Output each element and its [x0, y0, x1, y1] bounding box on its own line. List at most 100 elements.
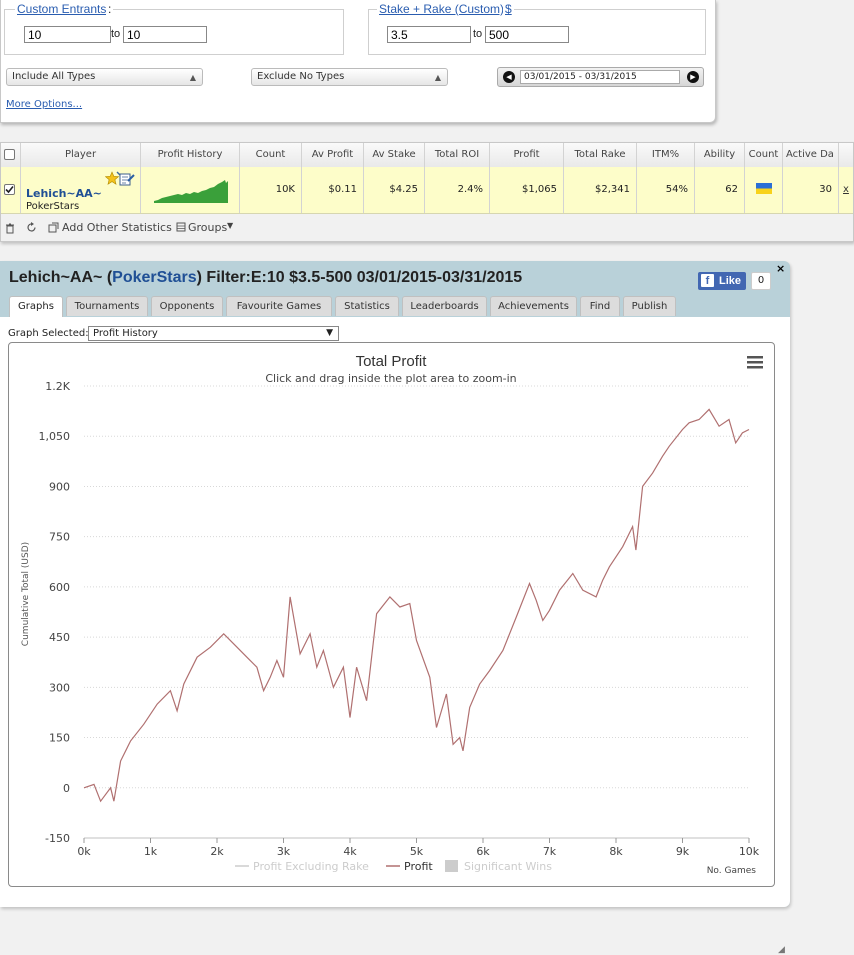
groups-button[interactable]: Groups [188, 221, 227, 234]
close-icon[interactable]: × [776, 262, 785, 275]
y-tick-label: 0 [63, 782, 70, 795]
x-axis-ticks: 0k 1k 2k 3k 4k 5k 6k 7k 8k 9k 10k [77, 838, 760, 858]
edit-note-icon[interactable] [119, 172, 135, 186]
column-header-active-days[interactable]: Active Da [783, 143, 839, 167]
column-header-profit[interactable]: Profit [490, 143, 564, 167]
profile-site-link[interactable]: PokerStars [112, 269, 197, 286]
column-header-country[interactable]: Count [745, 143, 783, 167]
checkmark-icon [5, 185, 14, 194]
y-tick-label: -150 [45, 832, 70, 845]
column-header-total-rake[interactable]: Total Rake [564, 143, 637, 167]
player-profile-panel: Lehich~AA~ (PokerStars) Filter:E:10 $3.5… [0, 261, 790, 955]
av-profit-cell: $0.11 [302, 167, 364, 213]
dropdown-arrow-icon: ▼︎ [326, 328, 333, 338]
player-name-link[interactable]: Lehich~AA~ [26, 187, 102, 200]
column-header-count[interactable]: Count [240, 143, 302, 167]
legend-item-profit-excluding-rake[interactable]: Profit Excluding Rake [253, 860, 369, 873]
graph-selected-dropdown[interactable]: Profit History ▼︎ [88, 326, 339, 341]
entrants-from-input[interactable]: 10 [24, 26, 111, 43]
y-tick-label: 150 [49, 732, 70, 745]
chart-gridlines [84, 385, 749, 839]
stake-rake-legend[interactable]: Stake + Rake (Custom) [377, 2, 507, 16]
select-all-cell [1, 143, 21, 167]
currency-link[interactable]: $ [503, 2, 514, 16]
add-statistics-icon [48, 222, 59, 233]
tab-achievements[interactable]: Achievements [490, 296, 577, 316]
table-header-row: Player Profit History Count Av Profit Av… [1, 143, 853, 168]
profile-filter-text: ) Filter:E:10 $3.5-500 03/01/2015-03/31/… [196, 269, 523, 286]
x-tick-label: 6k [476, 845, 490, 858]
resize-handle-icon[interactable]: ◢ [778, 945, 785, 955]
add-other-statistics-button[interactable]: Add Other Statistics [62, 221, 172, 234]
y-tick-label: 450 [49, 631, 70, 644]
date-range-input[interactable]: 03/01/2015 - 03/31/2015 [520, 70, 680, 84]
profit-series-line[interactable] [83, 408, 750, 803]
graph-selected-value: Profit History [93, 328, 158, 339]
entrants-to-label: to [111, 28, 121, 40]
legend-item-profit[interactable]: Profit [404, 860, 433, 873]
profit-history-sparkline-cell [141, 167, 240, 213]
exclude-types-select[interactable]: Exclude No Types ▲︎ [251, 68, 448, 86]
profile-player-name: Lehich~AA~ [9, 269, 103, 286]
stake-rake-fieldset: Stake + Rake (Custom) $ 3.5 to 500 [368, 2, 706, 55]
x-tick-label: 5k [410, 845, 424, 858]
active-days-cell: 30 [783, 167, 839, 213]
chart-menu-icon[interactable] [747, 356, 763, 369]
groups-dropdown-icon[interactable]: ▼︎ [227, 221, 233, 230]
column-header-profit-history[interactable]: Profit History [141, 143, 240, 167]
select-all-checkbox[interactable] [4, 149, 15, 160]
count-cell: 10K [240, 167, 302, 213]
total-profit-chart[interactable]: Total Profit Click and drag inside the p… [8, 342, 775, 887]
x-tick-label: 9k [676, 845, 690, 858]
tab-tournaments[interactable]: Tournaments [66, 296, 148, 316]
tab-find[interactable]: Find [580, 296, 620, 316]
profit-cell: $1,065 [490, 167, 564, 213]
tab-statistics[interactable]: Statistics [335, 296, 399, 316]
y-tick-label: 300 [49, 681, 70, 694]
facebook-icon: f [701, 274, 714, 287]
custom-entrants-legend[interactable]: Custom Entrants [15, 2, 109, 16]
tab-opponents[interactable]: Opponents [151, 296, 223, 316]
trash-icon[interactable] [5, 223, 15, 234]
column-header-player[interactable]: Player [21, 143, 141, 167]
total-rake-cell: $2,341 [564, 167, 637, 213]
facebook-like-button[interactable]: f Like [698, 272, 746, 290]
player-results-table: Player Profit History Count Av Profit Av… [0, 142, 854, 242]
ukraine-flag-icon [756, 183, 772, 194]
stake-from-input[interactable]: 3.5 [387, 26, 471, 43]
av-stake-cell: $4.25 [364, 167, 425, 213]
y-axis-ticks: -150 0 150 300 450 600 750 900 1,050 1.2K [39, 380, 71, 845]
previous-period-button[interactable]: ◀︎ [503, 71, 515, 83]
include-types-value: Include All Types [12, 71, 96, 82]
date-range-picker: ◀︎ 03/01/2015 - 03/31/2015 ▶︎ [497, 67, 704, 87]
legend-item-significant-wins[interactable]: Significant Wins [464, 860, 552, 873]
column-header-total-roi[interactable]: Total ROI [425, 143, 490, 167]
legend-swatch-significant-wins [445, 860, 458, 872]
more-options-link[interactable]: More Options... [6, 99, 82, 110]
tab-publish[interactable]: Publish [623, 296, 676, 316]
stake-to-input[interactable]: 500 [485, 26, 569, 43]
next-period-button[interactable]: ▶︎ [687, 71, 699, 83]
row-checkbox[interactable] [4, 184, 15, 195]
table-footer-toolbar: Add Other Statistics Groups ▼︎ [1, 214, 853, 241]
tab-leaderboards[interactable]: Leaderboards [402, 296, 487, 316]
ability-cell: 62 [695, 167, 745, 213]
chart-title: Total Profit [356, 353, 428, 370]
graphs-tab-content: Graph Selected: Profit History ▼︎ Total … [0, 317, 790, 955]
updown-icon: ▲︎ [434, 73, 441, 82]
chart-subtitle: Click and drag inside the plot area to z… [265, 372, 516, 385]
profit-history-sparkline[interactable] [154, 179, 228, 203]
refresh-icon[interactable] [26, 222, 37, 233]
remove-row-link[interactable]: x [843, 167, 849, 213]
column-header-av-profit[interactable]: Av Profit [302, 143, 364, 167]
tab-favourite-games[interactable]: Favourite Games [226, 296, 332, 316]
profile-title: Lehich~AA~ (PokerStars) Filter:E:10 $3.5… [9, 269, 522, 287]
entrants-to-input[interactable]: 10 [123, 26, 207, 43]
x-tick-label: 0k [77, 845, 91, 858]
facebook-like-label: Like [719, 275, 742, 287]
column-header-av-stake[interactable]: Av Stake [364, 143, 425, 167]
include-types-select[interactable]: Include All Types ▲︎ [6, 68, 203, 86]
column-header-ability[interactable]: Ability [695, 143, 745, 167]
tab-graphs[interactable]: Graphs [9, 296, 63, 318]
column-header-itm[interactable]: ITM% [637, 143, 695, 167]
